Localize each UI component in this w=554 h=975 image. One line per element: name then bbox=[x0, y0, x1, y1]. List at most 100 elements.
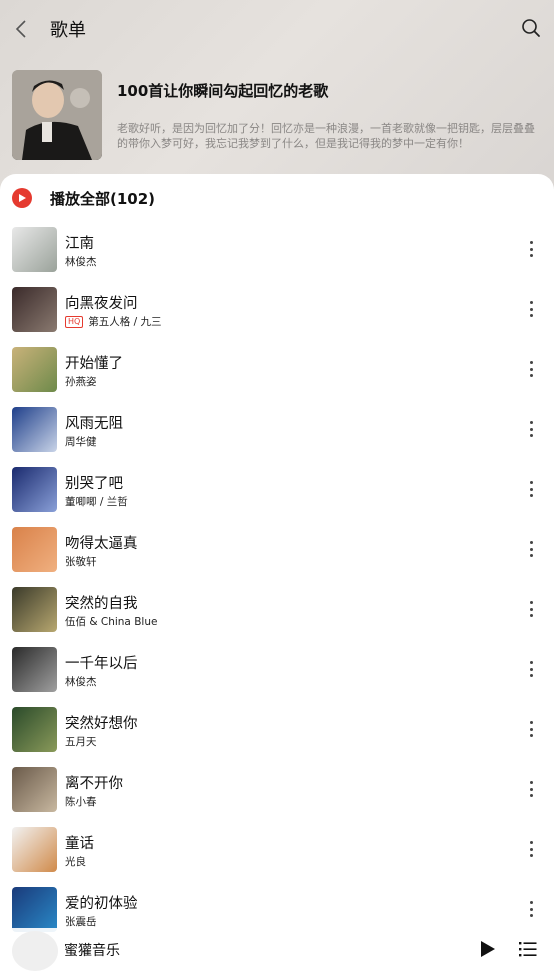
page-title: 歌单 bbox=[50, 20, 86, 41]
hq-badge: HQ bbox=[65, 315, 84, 328]
song-artist: 董唧唧 / 兰哲 bbox=[65, 496, 128, 508]
song-title: 一千年以后 bbox=[65, 656, 138, 672]
song-row[interactable]: 向黑夜发问 HQ 第五人格 / 九三 bbox=[0, 279, 554, 339]
song-artist: 光良 bbox=[65, 856, 86, 868]
song-meta: 林俊杰 bbox=[65, 674, 97, 689]
more-dot bbox=[529, 794, 533, 797]
more-options-icon[interactable] bbox=[524, 539, 538, 559]
song-meta: 光良 bbox=[65, 854, 86, 869]
song-meta: 陈小春 bbox=[65, 794, 97, 809]
more-options-icon[interactable] bbox=[524, 239, 538, 259]
more-dot bbox=[529, 901, 533, 904]
mini-play-button[interactable] bbox=[478, 938, 498, 960]
more-options-icon[interactable] bbox=[524, 779, 538, 799]
more-dot bbox=[529, 734, 533, 737]
more-options-icon[interactable] bbox=[524, 839, 538, 859]
mini-player-disc[interactable] bbox=[12, 931, 58, 971]
more-dot bbox=[529, 361, 533, 364]
song-meta: 张敬轩 bbox=[65, 554, 97, 569]
more-dot bbox=[529, 241, 533, 244]
more-dot bbox=[529, 847, 533, 851]
song-row[interactable]: 离不开你 陈小春 bbox=[0, 759, 554, 819]
song-row[interactable]: 江南 林俊杰 bbox=[0, 219, 554, 279]
more-dot bbox=[529, 661, 533, 664]
more-dot bbox=[529, 487, 533, 491]
more-dot bbox=[529, 607, 533, 611]
song-title: 突然的自我 bbox=[65, 596, 138, 612]
song-row[interactable]: 突然的自我伍佰 & China Blue bbox=[0, 579, 554, 639]
mini-player-title[interactable]: 蜜獾音乐 bbox=[64, 940, 120, 960]
song-artist: 第五人格 / 九三 bbox=[88, 316, 162, 328]
back-button[interactable] bbox=[10, 17, 32, 41]
song-cover-image bbox=[12, 767, 57, 812]
song-row[interactable]: 一千年以后 林俊杰 bbox=[0, 639, 554, 699]
more-dot bbox=[529, 907, 533, 911]
more-options-icon[interactable] bbox=[524, 479, 538, 499]
more-dot bbox=[529, 781, 533, 784]
more-options-icon[interactable] bbox=[524, 419, 538, 439]
more-dot bbox=[529, 721, 533, 724]
song-artist: 伍佰 & China Blue bbox=[65, 616, 158, 628]
more-dot bbox=[529, 367, 533, 371]
song-meta: HQ 第五人格 / 九三 bbox=[65, 314, 162, 329]
more-dot bbox=[529, 914, 533, 917]
song-title: 突然好想你 bbox=[65, 716, 138, 732]
more-dot bbox=[529, 667, 533, 671]
song-row[interactable]: 突然好想你 五月天 bbox=[0, 699, 554, 759]
play-all-button[interactable]: 播放全部(102) bbox=[12, 186, 155, 210]
more-options-icon[interactable] bbox=[524, 599, 538, 619]
song-meta: 张震岳 bbox=[65, 914, 97, 929]
more-dot bbox=[529, 427, 533, 431]
top-bar: 歌单 bbox=[0, 0, 554, 58]
song-title: 风雨无阻 bbox=[65, 416, 123, 432]
song-cover-image bbox=[12, 707, 57, 752]
song-meta: 伍佰 & China Blue bbox=[65, 614, 157, 629]
more-options-icon[interactable] bbox=[524, 299, 538, 319]
more-dot bbox=[529, 481, 533, 484]
mini-playlist-button[interactable] bbox=[517, 938, 539, 960]
song-cover-image bbox=[12, 527, 57, 572]
more-options-icon[interactable] bbox=[524, 659, 538, 679]
play-all-label: 播放全部(102) bbox=[50, 189, 156, 208]
more-dot bbox=[529, 727, 533, 731]
song-artist: 五月天 bbox=[65, 736, 97, 748]
playlist-title: 100首让你瞬间勾起回忆的老歌 bbox=[117, 82, 329, 100]
more-dot bbox=[529, 601, 533, 604]
song-cover-image bbox=[12, 227, 57, 272]
song-cover-image bbox=[12, 467, 57, 512]
play-circle-icon bbox=[12, 188, 32, 208]
song-row[interactable]: 别哭了吧董唧唧 / 兰哲 bbox=[0, 459, 554, 519]
song-cover-image bbox=[12, 407, 57, 452]
more-dot bbox=[529, 494, 533, 497]
song-cover-image bbox=[12, 647, 57, 692]
song-artist: 陈小春 bbox=[65, 796, 97, 808]
more-dot bbox=[529, 434, 533, 437]
more-options-icon[interactable] bbox=[524, 359, 538, 379]
more-dot bbox=[529, 547, 533, 551]
more-dot bbox=[529, 421, 533, 424]
song-meta: 周华健 bbox=[65, 434, 97, 449]
playlist-cover-image[interactable] bbox=[12, 70, 102, 160]
more-dot bbox=[529, 374, 533, 377]
song-title: 童话 bbox=[65, 836, 94, 852]
song-row[interactable]: 吻得太逼真 张敬轩 bbox=[0, 519, 554, 579]
song-cover-image bbox=[12, 827, 57, 872]
song-title: 别哭了吧 bbox=[65, 476, 123, 492]
search-button[interactable] bbox=[520, 17, 544, 41]
song-artist: 孙燕姿 bbox=[65, 376, 97, 388]
song-row[interactable]: 童话 光良 bbox=[0, 819, 554, 879]
song-meta: 五月天 bbox=[65, 734, 97, 749]
song-row[interactable]: 风雨无阻 周华健 bbox=[0, 399, 554, 459]
song-artist: 张震岳 bbox=[65, 916, 97, 928]
playlist-description[interactable]: 老歌好听，是因为回忆加了分！回忆亦是一种浪漫，一首老歌就像一把钥匙，层层叠叠的带… bbox=[117, 121, 545, 151]
more-options-icon[interactable] bbox=[524, 899, 538, 919]
song-title: 开始懂了 bbox=[65, 356, 123, 372]
song-artist: 林俊杰 bbox=[65, 676, 97, 688]
play-icon bbox=[481, 941, 495, 957]
more-options-icon[interactable] bbox=[524, 719, 538, 739]
song-cover-image bbox=[12, 287, 57, 332]
song-row[interactable]: 开始懂了 孙燕姿 bbox=[0, 339, 554, 399]
more-dot bbox=[529, 314, 533, 317]
song-meta: 董唧唧 / 兰哲 bbox=[65, 494, 128, 509]
playlist-icon bbox=[519, 942, 537, 957]
